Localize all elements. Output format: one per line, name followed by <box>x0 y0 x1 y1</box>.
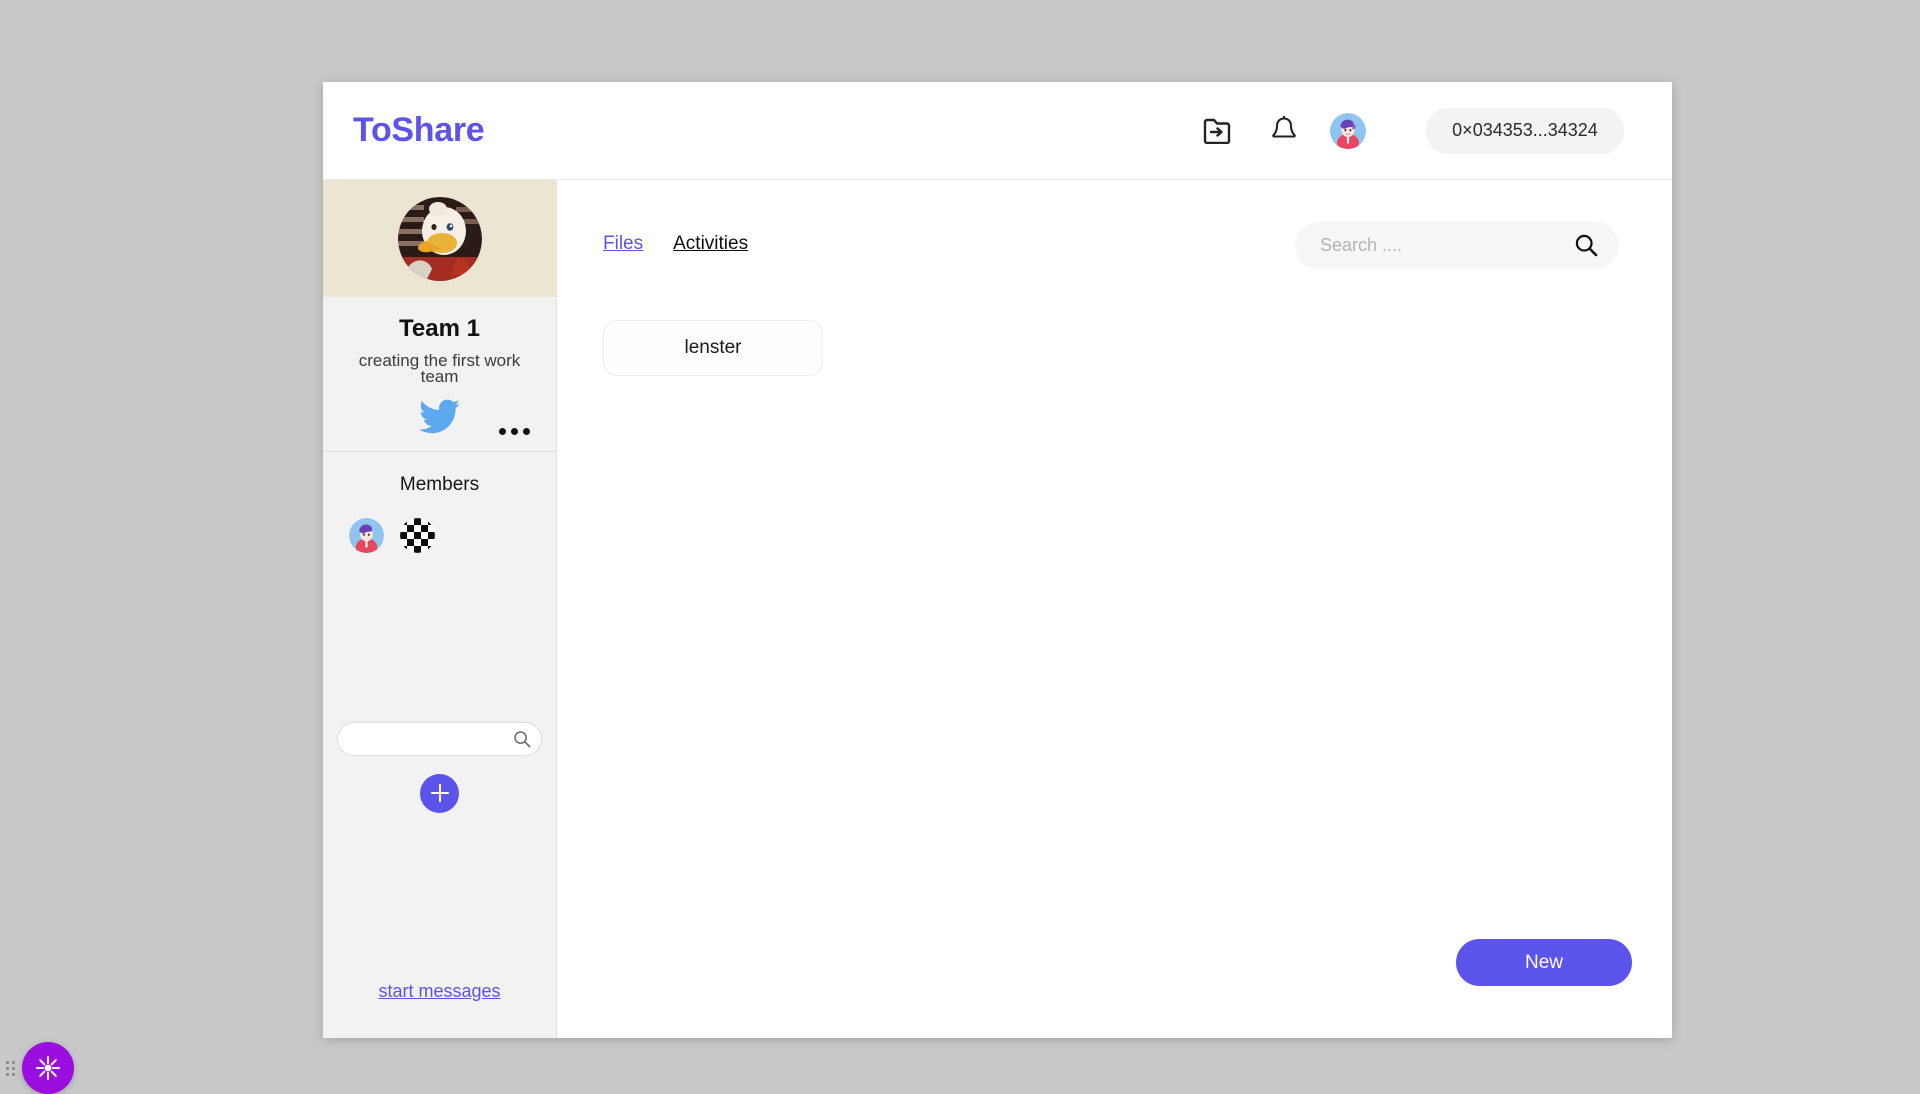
team-description: creating the first work team <box>333 353 546 385</box>
add-member-button[interactable] <box>420 774 459 813</box>
wallet-address-pill[interactable]: 0×034353...34324 <box>1426 108 1624 154</box>
team-info: Team 1 creating the first work team <box>323 297 556 441</box>
main-topbar: Files Activities <box>557 180 1672 268</box>
sidebar-search-input[interactable] <box>352 731 507 747</box>
team-social-row <box>333 397 546 441</box>
sidebar-search-wrap <box>323 722 556 813</box>
sun-burst-icon <box>34 1054 62 1082</box>
sidebar: Team 1 creating the first work team Memb… <box>323 180 557 1038</box>
app-body: Team 1 creating the first work team Memb… <box>323 180 1672 1038</box>
more-options-icon[interactable] <box>495 424 534 439</box>
bell-icon[interactable] <box>1264 111 1304 151</box>
app-header: ToShare <box>323 82 1672 180</box>
add-button-wrap <box>337 756 542 813</box>
brand-logo[interactable]: ToShare <box>353 111 484 150</box>
members-list <box>323 496 556 553</box>
header-icon-group: 0×034353...34324 <box>1198 108 1624 154</box>
duck-team-avatar[interactable] <box>398 197 482 281</box>
team-name: Team 1 <box>333 315 546 343</box>
member-avatar-illustrated[interactable] <box>349 518 384 553</box>
member-avatar-checkerboard[interactable] <box>400 518 435 553</box>
team-banner <box>323 180 556 297</box>
new-button[interactable]: New <box>1456 939 1632 986</box>
search-icon[interactable] <box>513 730 531 748</box>
main-search[interactable] <box>1296 222 1618 268</box>
folder-import-icon[interactable] <box>1198 111 1238 151</box>
tab-files[interactable]: Files <box>603 233 643 257</box>
start-messages-wrap: start messages <box>323 981 556 1038</box>
search-icon[interactable] <box>1574 233 1598 257</box>
tab-activities[interactable]: Activities <box>673 233 748 257</box>
tab-list: Files Activities <box>603 233 748 257</box>
header-user-avatar[interactable] <box>1330 113 1366 149</box>
assistant-widget-button[interactable] <box>22 1042 74 1094</box>
drag-handle-icon[interactable] <box>6 1061 15 1076</box>
start-messages-link[interactable]: start messages <box>378 981 500 1001</box>
sidebar-search[interactable] <box>337 722 542 756</box>
activity-card[interactable]: lenster <box>603 320 823 376</box>
app-window: ToShare <box>323 82 1672 1038</box>
members-title: Members <box>323 474 556 496</box>
twitter-icon[interactable] <box>419 399 461 440</box>
sidebar-divider <box>323 451 556 452</box>
search-input[interactable] <box>1320 235 1562 256</box>
activity-list: lenster <box>557 268 1672 376</box>
main-content: Files Activities lenster New <box>557 180 1672 1038</box>
